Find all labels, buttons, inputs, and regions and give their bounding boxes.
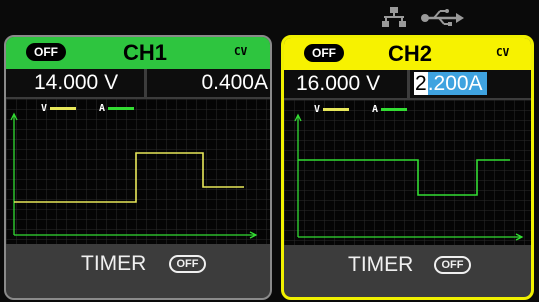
channel-1-waveform-svg (6, 99, 270, 244)
channel-1-voltage[interactable]: 14.000 V (6, 69, 144, 97)
legend-a-label: A (372, 104, 379, 115)
grid (284, 100, 531, 245)
channel-1-mode: CV (234, 45, 248, 58)
channel-1-output-state[interactable]: OFF (26, 43, 66, 61)
channel-2-current-rest[interactable]: .200A (427, 72, 487, 95)
channel-2-waveform-graph: V A (284, 100, 531, 245)
channel-2-timer-row: TIMER OFF (284, 251, 531, 281)
usb-icon (420, 9, 464, 32)
legend-v-swatch (323, 107, 350, 111)
channel-2-current[interactable]: 2.200A (410, 70, 531, 98)
legend-a-swatch (381, 107, 408, 111)
legend-v-swatch (50, 106, 77, 110)
grid (6, 99, 270, 244)
channel-1-timer-label: TIMER (81, 252, 147, 275)
legend-a-swatch (108, 106, 135, 110)
channel-2-header: OFF CH2 CV (284, 38, 531, 70)
channel-2-current-cursor-digit[interactable]: 2 (414, 72, 428, 95)
channel-2-voltage[interactable]: 16.000 V (284, 70, 407, 98)
channel-2-output-state[interactable]: OFF (304, 44, 344, 62)
channel-2-panel[interactable]: OFF CH2 CV 16.000 V 2.200A V A TIMER OFF (281, 35, 534, 300)
legend-v-label: V (41, 103, 48, 114)
channel-2-timer-label: TIMER (348, 253, 414, 276)
channel-2-timer-toggle[interactable]: OFF (434, 256, 471, 274)
channel-2-mode: CV (496, 46, 510, 59)
channel-1-header: OFF CH1 CV (6, 37, 270, 69)
channel-1-title: CH1 (123, 40, 168, 65)
channel-2-waveform-svg (284, 100, 531, 245)
channel-1-timer-toggle[interactable]: OFF (169, 255, 206, 273)
legend-v-label: V (314, 104, 321, 115)
network-icon (382, 6, 406, 33)
channel-2-legend-current: A (372, 104, 408, 115)
channel-1-waveform-graph: V A (6, 99, 270, 244)
channel-2-title: CH2 (388, 41, 433, 66)
channel-1-timer-row: TIMER OFF (6, 250, 270, 280)
channel-2-legend-voltage: V (314, 104, 350, 115)
channel-1-panel[interactable]: OFF CH1 CV 14.000 V 0.400A V A TIMER OFF (4, 35, 272, 300)
legend-a-label: A (99, 103, 106, 114)
channel-1-legend-current: A (99, 103, 135, 114)
status-bar (0, 0, 539, 34)
channel-1-legend-voltage: V (41, 103, 77, 114)
channel-1-current[interactable]: 0.400A (147, 69, 270, 97)
